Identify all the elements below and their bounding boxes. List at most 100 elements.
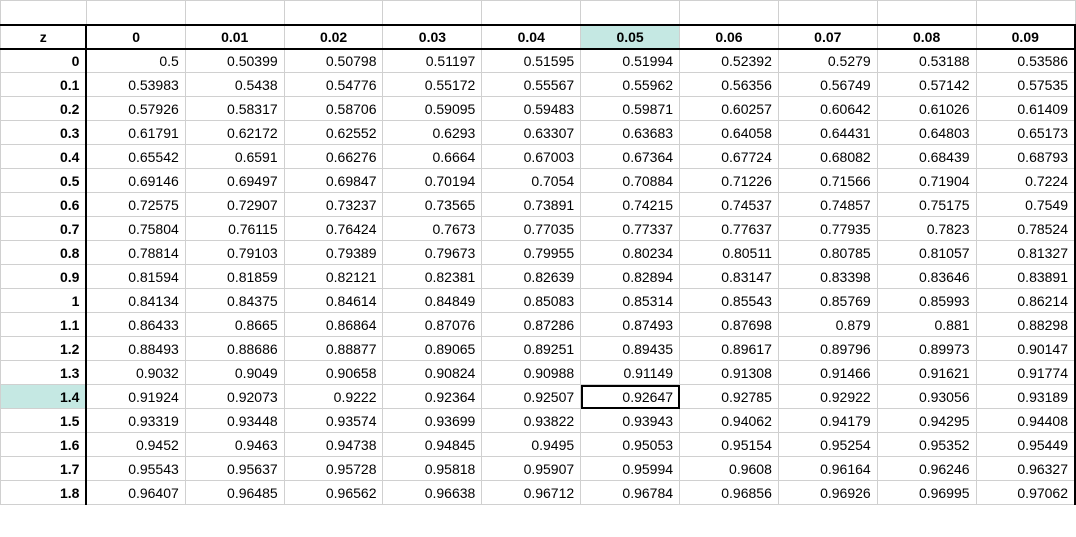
cell[interactable]: 0.5279 bbox=[778, 49, 877, 73]
cell[interactable]: 0.95352 bbox=[877, 433, 976, 457]
row-label[interactable]: 1.1 bbox=[1, 313, 87, 337]
col-header[interactable]: 0.02 bbox=[284, 25, 383, 49]
cell[interactable]: 0.90658 bbox=[284, 361, 383, 385]
cell[interactable]: 0.94845 bbox=[383, 433, 482, 457]
cell[interactable]: 0.93943 bbox=[581, 409, 680, 433]
cell[interactable]: 0.71904 bbox=[877, 169, 976, 193]
cell[interactable]: 0.67364 bbox=[581, 145, 680, 169]
cell[interactable]: 0.74215 bbox=[581, 193, 680, 217]
cell[interactable]: 0.61409 bbox=[976, 97, 1075, 121]
row-label[interactable]: 0.5 bbox=[1, 169, 87, 193]
cell[interactable]: 0.60642 bbox=[778, 97, 877, 121]
cell[interactable]: 0.84849 bbox=[383, 289, 482, 313]
cell[interactable]: 0.74857 bbox=[778, 193, 877, 217]
cell[interactable]: 0.96784 bbox=[581, 481, 680, 505]
cell[interactable]: 0.89796 bbox=[778, 337, 877, 361]
cell[interactable]: 0.90988 bbox=[482, 361, 581, 385]
col-header[interactable]: 0.07 bbox=[778, 25, 877, 49]
cell[interactable]: 0.75804 bbox=[86, 217, 185, 241]
cell[interactable]: 0.5438 bbox=[185, 73, 284, 97]
cell[interactable]: 0.95907 bbox=[482, 457, 581, 481]
cell[interactable]: 0.80234 bbox=[581, 241, 680, 265]
cell[interactable]: 0.63307 bbox=[482, 121, 581, 145]
cell[interactable]: 0.82894 bbox=[581, 265, 680, 289]
cell[interactable]: 0.57142 bbox=[877, 73, 976, 97]
cell[interactable]: 0.81859 bbox=[185, 265, 284, 289]
cell[interactable]: 0.78524 bbox=[976, 217, 1075, 241]
cell[interactable]: 0.96485 bbox=[185, 481, 284, 505]
cell[interactable]: 0.8665 bbox=[185, 313, 284, 337]
cell[interactable]: 0.60257 bbox=[680, 97, 779, 121]
cell[interactable]: 0.93699 bbox=[383, 409, 482, 433]
cell[interactable]: 0.7224 bbox=[976, 169, 1075, 193]
cell[interactable]: 0.77637 bbox=[680, 217, 779, 241]
cell[interactable]: 0.89065 bbox=[383, 337, 482, 361]
cell[interactable]: 0.92785 bbox=[680, 385, 779, 409]
cell[interactable]: 0.66276 bbox=[284, 145, 383, 169]
cell[interactable]: 0.5 bbox=[86, 49, 185, 73]
cell[interactable]: 0.64803 bbox=[877, 121, 976, 145]
cell[interactable]: 0.88493 bbox=[86, 337, 185, 361]
row-label[interactable]: 1.8 bbox=[1, 481, 87, 505]
cell[interactable]: 0.881 bbox=[877, 313, 976, 337]
cell[interactable]: 0.97062 bbox=[976, 481, 1075, 505]
cell[interactable]: 0.94295 bbox=[877, 409, 976, 433]
cell[interactable]: 0.85314 bbox=[581, 289, 680, 313]
col-header[interactable]: 0.05 bbox=[581, 25, 680, 49]
cell[interactable]: 0.68793 bbox=[976, 145, 1075, 169]
cell[interactable]: 0.82121 bbox=[284, 265, 383, 289]
cell[interactable]: 0.52392 bbox=[680, 49, 779, 73]
cell[interactable]: 0.68439 bbox=[877, 145, 976, 169]
cell[interactable]: 0.87286 bbox=[482, 313, 581, 337]
cell[interactable]: 0.88298 bbox=[976, 313, 1075, 337]
row-label[interactable]: 0.9 bbox=[1, 265, 87, 289]
cell[interactable]: 0.85083 bbox=[482, 289, 581, 313]
cell[interactable]: 0.90824 bbox=[383, 361, 482, 385]
cell[interactable]: 0.79673 bbox=[383, 241, 482, 265]
row-label[interactable]: 0.8 bbox=[1, 241, 87, 265]
cell[interactable]: 0.93189 bbox=[976, 385, 1075, 409]
col-header[interactable]: 0 bbox=[86, 25, 185, 49]
cell[interactable]: 0.77337 bbox=[581, 217, 680, 241]
cell[interactable]: 0.83398 bbox=[778, 265, 877, 289]
cell[interactable]: 0.93574 bbox=[284, 409, 383, 433]
cell[interactable]: 0.67724 bbox=[680, 145, 779, 169]
cell[interactable]: 0.83147 bbox=[680, 265, 779, 289]
cell[interactable]: 0.94179 bbox=[778, 409, 877, 433]
cell[interactable]: 0.67003 bbox=[482, 145, 581, 169]
cell[interactable]: 0.62172 bbox=[185, 121, 284, 145]
cell[interactable]: 0.81057 bbox=[877, 241, 976, 265]
cell[interactable]: 0.95449 bbox=[976, 433, 1075, 457]
cell[interactable]: 0.57926 bbox=[86, 97, 185, 121]
cell[interactable]: 0.80785 bbox=[778, 241, 877, 265]
cell[interactable]: 0.96562 bbox=[284, 481, 383, 505]
row-label[interactable]: 0.7 bbox=[1, 217, 87, 241]
cell[interactable]: 0.79103 bbox=[185, 241, 284, 265]
cell[interactable]: 0.61791 bbox=[86, 121, 185, 145]
cell[interactable]: 0.95154 bbox=[680, 433, 779, 457]
cell[interactable]: 0.95637 bbox=[185, 457, 284, 481]
cell[interactable]: 0.94408 bbox=[976, 409, 1075, 433]
cell[interactable]: 0.92507 bbox=[482, 385, 581, 409]
cell[interactable]: 0.54776 bbox=[284, 73, 383, 97]
cell[interactable]: 0.91308 bbox=[680, 361, 779, 385]
cell[interactable]: 0.92073 bbox=[185, 385, 284, 409]
cell[interactable]: 0.78814 bbox=[86, 241, 185, 265]
cell[interactable]: 0.76424 bbox=[284, 217, 383, 241]
cell[interactable]: 0.82639 bbox=[482, 265, 581, 289]
cell[interactable]: 0.94738 bbox=[284, 433, 383, 457]
cell[interactable]: 0.53188 bbox=[877, 49, 976, 73]
cell[interactable]: 0.7673 bbox=[383, 217, 482, 241]
cell[interactable]: 0.6293 bbox=[383, 121, 482, 145]
cell[interactable]: 0.55962 bbox=[581, 73, 680, 97]
cell[interactable]: 0.7054 bbox=[482, 169, 581, 193]
cell[interactable]: 0.50798 bbox=[284, 49, 383, 73]
cell[interactable]: 0.64431 bbox=[778, 121, 877, 145]
row-label[interactable]: 1.4 bbox=[1, 385, 87, 409]
cell[interactable]: 0.76115 bbox=[185, 217, 284, 241]
cell[interactable]: 0.96327 bbox=[976, 457, 1075, 481]
cell[interactable]: 0.89251 bbox=[482, 337, 581, 361]
cell[interactable]: 0.93319 bbox=[86, 409, 185, 433]
row-label[interactable]: 0.4 bbox=[1, 145, 87, 169]
cell[interactable]: 0.9452 bbox=[86, 433, 185, 457]
